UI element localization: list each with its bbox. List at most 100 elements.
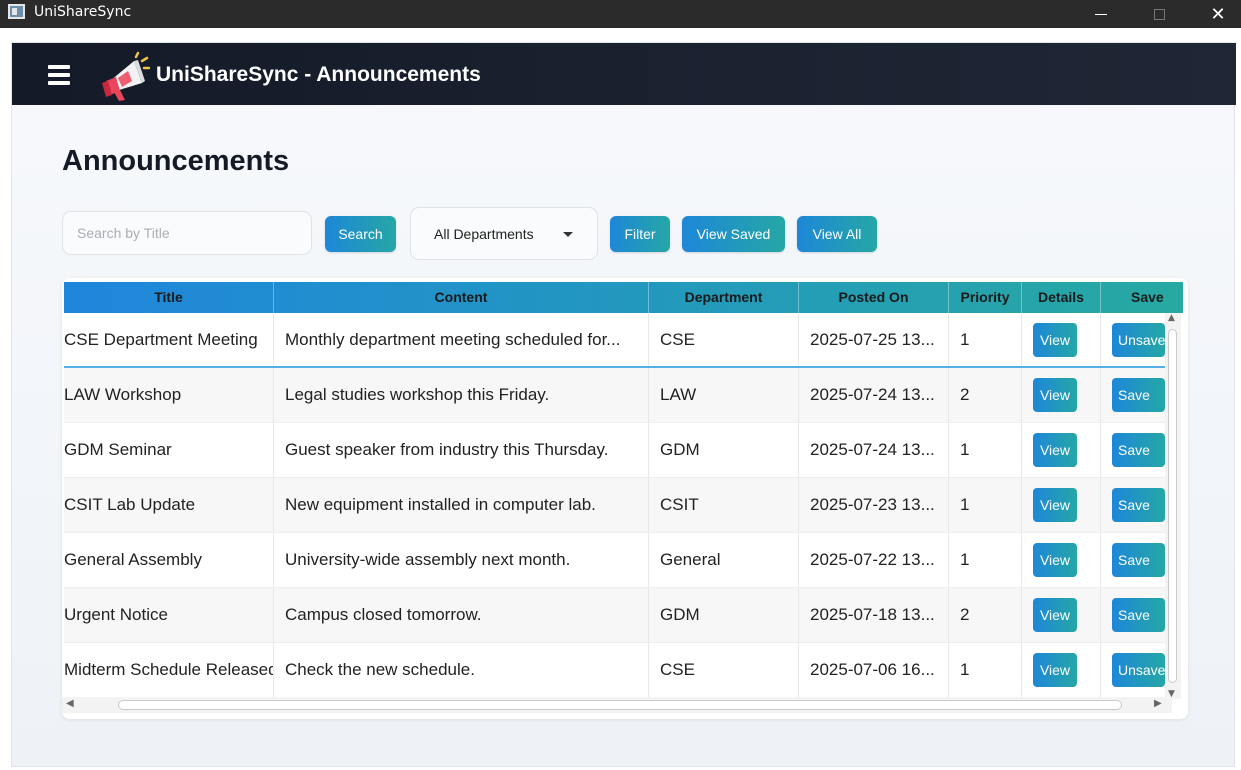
view-button[interactable]: View xyxy=(1033,433,1077,467)
search-button[interactable]: Search xyxy=(325,216,396,252)
cell-content: Check the new schedule. xyxy=(274,643,649,697)
app-window-icon xyxy=(8,4,25,19)
cell-department: General xyxy=(649,533,799,587)
cell-save: Save xyxy=(1101,478,1165,532)
save-toggle-button[interactable]: Save xyxy=(1112,598,1165,632)
cell-posted-on: 2025-07-18 13... xyxy=(799,588,949,642)
cell-posted-on: 2025-07-24 13... xyxy=(799,368,949,422)
cell-priority: 1 xyxy=(949,643,1022,697)
window-titlebar: UniShareSync ✕ xyxy=(0,0,1241,28)
save-toggle-button[interactable]: Save xyxy=(1112,488,1165,522)
cell-content: Monthly department meeting scheduled for… xyxy=(274,313,649,366)
page-title: Announcements xyxy=(62,145,290,177)
search-input[interactable] xyxy=(62,211,312,255)
view-button[interactable]: View xyxy=(1033,598,1077,632)
view-button[interactable]: View xyxy=(1033,323,1077,357)
cell-content: University-wide assembly next month. xyxy=(274,533,649,587)
announcements-table: Title Content Department Posted On Prior… xyxy=(62,278,1188,719)
column-header-details[interactable]: Details xyxy=(1022,282,1101,313)
cell-priority: 1 xyxy=(949,423,1022,477)
column-header-content[interactable]: Content xyxy=(274,282,649,313)
save-toggle-button[interactable]: Unsave xyxy=(1112,653,1165,687)
window-title: UniShareSync xyxy=(34,4,132,20)
save-toggle-button[interactable]: Save xyxy=(1112,378,1165,412)
table-row[interactable]: CSE Department Meeting Monthly department… xyxy=(64,313,1165,368)
cell-title: Urgent Notice xyxy=(64,588,274,642)
app-title: UniShareSync - Announcements xyxy=(156,63,481,86)
cell-details: View xyxy=(1022,423,1101,477)
cell-department: GDM xyxy=(649,423,799,477)
view-saved-button[interactable]: View Saved xyxy=(682,216,785,252)
app-header: UniShareSync - Announcements xyxy=(12,43,1236,105)
cell-priority: 2 xyxy=(949,588,1022,642)
view-all-button[interactable]: View All xyxy=(797,216,877,252)
view-button[interactable]: View xyxy=(1033,378,1077,412)
cell-details: View xyxy=(1022,533,1101,587)
maximize-button[interactable] xyxy=(1136,0,1182,28)
cell-posted-on: 2025-07-25 13... xyxy=(799,313,949,366)
table-header: Title Content Department Posted On Prior… xyxy=(64,282,1183,313)
view-button[interactable]: View xyxy=(1033,488,1077,522)
minimize-button[interactable] xyxy=(1078,0,1124,28)
vertical-scrollbar[interactable]: ▲ ▼ xyxy=(1165,313,1181,699)
cell-department: CSE xyxy=(649,643,799,697)
vertical-scroll-thumb[interactable] xyxy=(1168,329,1177,683)
title-text: Midterm Schedule Released xyxy=(64,660,274,679)
cell-details: View xyxy=(1022,643,1101,697)
cell-posted-on: 2025-07-24 13... xyxy=(799,423,949,477)
scroll-up-icon[interactable]: ▲ xyxy=(1168,313,1175,323)
cell-content: Campus closed tomorrow. xyxy=(274,588,649,642)
view-button[interactable]: View xyxy=(1033,653,1077,687)
column-header-priority[interactable]: Priority xyxy=(949,282,1022,313)
title-text: CSE Department Meeting xyxy=(64,329,258,349)
cell-save: Save xyxy=(1101,533,1165,587)
cell-content: Guest speaker from industry this Thursda… xyxy=(274,423,649,477)
save-toggle-button[interactable]: Save xyxy=(1112,543,1165,577)
cell-content: Legal studies workshop this Friday. xyxy=(274,368,649,422)
title-text: LAW Workshop xyxy=(64,385,182,404)
save-toggle-button[interactable]: Unsave xyxy=(1112,323,1165,357)
column-header-title[interactable]: Title xyxy=(64,282,274,313)
cell-department: CSIT xyxy=(649,478,799,532)
table-row[interactable]: General Assembly University-wide assembly… xyxy=(64,533,1165,588)
cell-posted-on: 2025-07-22 13... xyxy=(799,533,949,587)
view-button[interactable]: View xyxy=(1033,543,1077,577)
table-row[interactable]: GDM Seminar Guest speaker from industry t… xyxy=(64,423,1165,478)
cell-save: Unsave xyxy=(1101,313,1165,366)
close-icon: ✕ xyxy=(1210,3,1226,25)
table-row[interactable]: Midterm Schedule Released Check the new s… xyxy=(64,643,1165,698)
title-text: CSIT Lab Update xyxy=(64,495,196,514)
scroll-right-icon[interactable]: ▶ xyxy=(1154,698,1162,709)
cell-posted-on: 2025-07-23 13... xyxy=(799,478,949,532)
column-header-save[interactable]: Save xyxy=(1101,282,1188,313)
minimize-icon xyxy=(1095,13,1107,15)
cell-priority: 1 xyxy=(949,533,1022,587)
cell-save: Unsave xyxy=(1101,643,1165,697)
cell-details: View xyxy=(1022,368,1101,422)
cell-priority: 2 xyxy=(949,368,1022,422)
table-body: CSE Department Meeting Monthly department… xyxy=(64,313,1165,699)
cell-title: CSIT Lab Update xyxy=(64,478,274,532)
column-header-department[interactable]: Department xyxy=(649,282,799,313)
cell-title: CSE Department Meeting xyxy=(64,313,274,366)
title-text: Urgent Notice xyxy=(64,605,168,624)
cell-save: Save xyxy=(1101,588,1165,642)
save-toggle-button[interactable]: Save xyxy=(1112,433,1165,467)
table-row[interactable]: CSIT Lab Update New equipment installed i… xyxy=(64,478,1165,533)
close-button[interactable]: ✕ xyxy=(1195,0,1241,28)
table-row[interactable]: Urgent Notice Campus closed tomorrow. GDM 2… xyxy=(64,588,1165,643)
filter-button[interactable]: Filter xyxy=(610,216,670,252)
cell-details: View xyxy=(1022,588,1101,642)
horizontal-scroll-thumb[interactable] xyxy=(118,700,1122,710)
cell-content: New equipment installed in computer lab. xyxy=(274,478,649,532)
scroll-left-icon[interactable]: ◀ xyxy=(66,698,74,709)
column-header-posted-on[interactable]: Posted On xyxy=(799,282,949,313)
cell-department: GDM xyxy=(649,588,799,642)
cell-details: View xyxy=(1022,478,1101,532)
cell-priority: 1 xyxy=(949,313,1022,366)
table-row[interactable]: LAW Workshop Legal studies workshop this … xyxy=(64,368,1165,423)
horizontal-scrollbar[interactable]: ◀ ▶ xyxy=(62,697,1172,713)
hamburger-icon[interactable] xyxy=(48,65,70,85)
department-dropdown[interactable]: All Departments xyxy=(410,207,598,260)
maximize-icon xyxy=(1153,8,1165,20)
